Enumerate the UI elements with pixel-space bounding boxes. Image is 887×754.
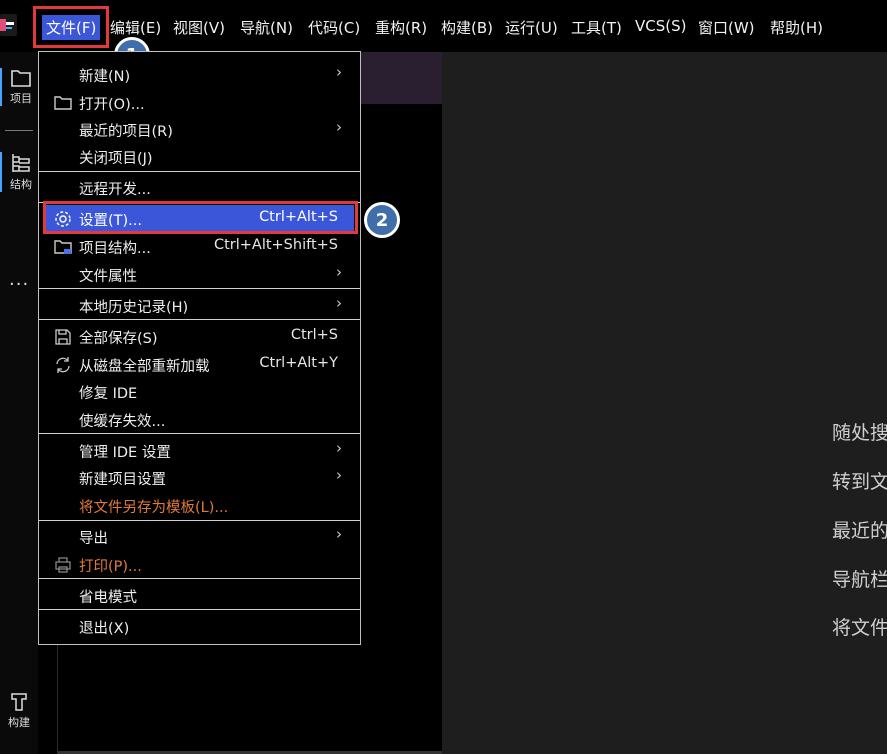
menu-file-properties[interactable]: 文件属性 ›	[39, 261, 360, 287]
step-2-badge: 2	[364, 202, 400, 238]
save-all-shortcut: Ctrl+S	[290, 327, 338, 343]
editor-hint-navigation-bar: 导航栏	[832, 569, 887, 591]
submenu-arrow-icon: ›	[336, 63, 342, 81]
menu-export[interactable]: 导出 ›	[39, 523, 360, 549]
menu-build[interactable]: 构建(B)	[441, 17, 493, 38]
menu-view[interactable]: 视图(V)	[173, 17, 225, 38]
menu-save-all[interactable]: 全部保存(S) Ctrl+S	[39, 323, 360, 349]
menu-remote-dev[interactable]: 远程开发...	[39, 174, 360, 200]
printer-icon	[55, 557, 71, 573]
file-menu-highlight	[33, 6, 109, 48]
structure-icon	[12, 154, 30, 172]
menu-separator	[39, 433, 360, 434]
build-tool-button[interactable]: 构建	[0, 690, 38, 730]
menu-invalidate-caches[interactable]: 使缓存失效...	[39, 406, 360, 432]
menu-save-as-template[interactable]: 将文件另存为模板(L)...	[39, 492, 360, 518]
project-structure-icon	[54, 240, 72, 254]
save-icon	[55, 329, 71, 345]
app-logo-icon	[0, 14, 17, 36]
settings-highlight	[43, 201, 358, 234]
menu-separator	[39, 319, 360, 320]
editor-hint-goto-file: 转到文	[832, 471, 887, 493]
menu-separator	[39, 609, 360, 610]
more-tools-icon[interactable]: ···	[9, 274, 29, 295]
reload-shortcut: Ctrl+Alt+Y	[259, 355, 338, 371]
menu-new[interactable]: 新建(N) ›	[39, 61, 360, 87]
submenu-arrow-icon: ›	[336, 263, 342, 281]
menu-open[interactable]: 打开(O)...	[39, 89, 360, 115]
editor-hint-search-everywhere: 随处搜	[832, 422, 887, 444]
menu-separator	[39, 520, 360, 521]
editor-hint-drop-files: 将文件	[832, 617, 887, 639]
menu-close-project[interactable]: 关闭项目(J)	[39, 143, 360, 169]
menu-reload-from-disk[interactable]: 从磁盘全部重新加载 Ctrl+Alt+Y	[39, 351, 360, 377]
menu-exit[interactable]: 退出(X)	[39, 613, 360, 639]
menu-help[interactable]: 帮助(H)	[770, 17, 823, 38]
submenu-arrow-icon: ›	[336, 439, 342, 457]
folder-icon	[11, 70, 31, 87]
editor-area	[442, 52, 887, 754]
menu-separator	[39, 288, 360, 289]
menu-local-history[interactable]: 本地历史记录(H) ›	[39, 292, 360, 318]
submenu-arrow-icon: ›	[336, 525, 342, 543]
file-menu-dropdown: 新建(N) › 打开(O)... 最近的项目(R) › 关闭项目(J) 远程开发..…	[38, 51, 361, 645]
submenu-arrow-icon: ›	[336, 294, 342, 312]
folder-icon	[54, 96, 72, 110]
menu-refactor[interactable]: 重构(R)	[375, 17, 427, 38]
reload-icon	[56, 357, 70, 373]
menu-edit[interactable]: 编辑(E)	[110, 17, 161, 38]
project-tool-button[interactable]: 项目	[0, 68, 40, 106]
menu-print[interactable]: 打印(P)...	[39, 551, 360, 577]
menu-window[interactable]: 窗口(W)	[698, 17, 755, 38]
menu-vcs[interactable]: VCS(S)	[635, 17, 686, 35]
project-tool-label: 项目	[10, 92, 32, 105]
build-tool-label: 构建	[8, 716, 30, 729]
menu-manage-ide-settings[interactable]: 管理 IDE 设置 ›	[39, 437, 360, 463]
menu-tools[interactable]: 工具(T)	[571, 17, 622, 38]
project-structure-shortcut: Ctrl+Alt+Shift+S	[213, 237, 338, 253]
menu-project-structure[interactable]: 项目结构... Ctrl+Alt+Shift+S	[39, 233, 360, 259]
structure-tool-button[interactable]: 结构	[0, 152, 40, 192]
structure-tool-label: 结构	[10, 178, 32, 191]
hammer-icon	[11, 693, 27, 711]
menu-new-project-settings[interactable]: 新建项目设置 ›	[39, 464, 360, 490]
menu-navigate[interactable]: 导航(N)	[240, 17, 293, 38]
menu-run[interactable]: 运行(U)	[505, 17, 558, 38]
tool-window-strip: 项目 结构 ··· 构建	[0, 52, 38, 754]
menu-power-save[interactable]: 省电模式	[39, 582, 360, 608]
menu-separator	[39, 578, 360, 579]
menu-code[interactable]: 代码(C)	[308, 17, 360, 38]
tool-separator	[5, 130, 33, 131]
submenu-arrow-icon: ›	[336, 118, 342, 136]
submenu-arrow-icon: ›	[336, 466, 342, 484]
menu-recent-projects[interactable]: 最近的项目(R) ›	[39, 116, 360, 142]
menu-separator	[39, 171, 360, 172]
editor-hint-recent-files: 最近的	[832, 520, 887, 542]
menu-repair-ide[interactable]: 修复 IDE	[39, 378, 360, 404]
